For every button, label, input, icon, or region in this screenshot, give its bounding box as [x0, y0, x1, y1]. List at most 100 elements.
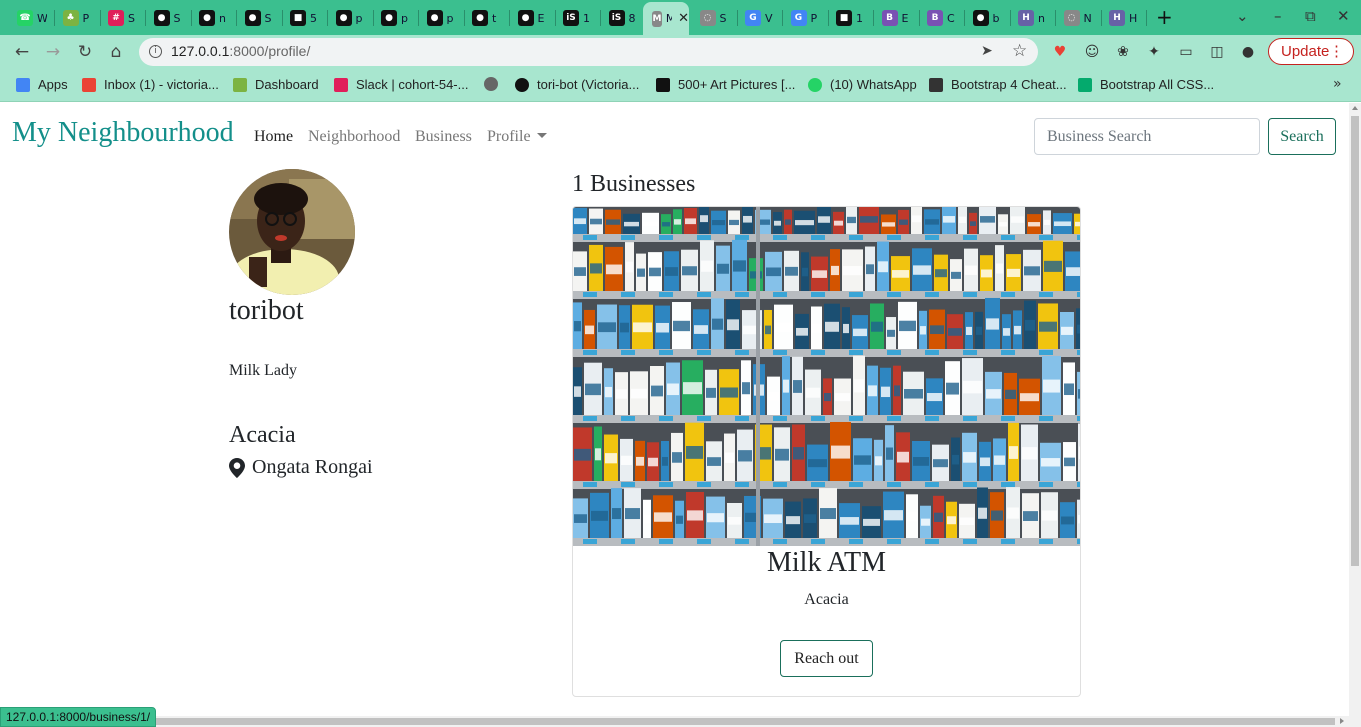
dropdown-caret-icon — [536, 133, 547, 138]
browser-tab[interactable]: M M ✕ — [643, 2, 689, 35]
forward-button[interactable]: → — [43, 42, 63, 62]
scroll-right-arrow[interactable] — [1340, 718, 1344, 724]
bookmark-item[interactable]: 500+ Art Pictures [... — [656, 77, 795, 92]
github-icon: ● — [426, 10, 443, 26]
browser-tab[interactable]: ● S — [236, 5, 278, 31]
restore-icon[interactable]: ⧉ — [1305, 7, 1316, 25]
close-window-icon[interactable]: ✕ — [1337, 7, 1350, 25]
tab-title: t — [492, 11, 497, 25]
bookmark-item[interactable]: Bootstrap All CSS... — [1078, 77, 1214, 92]
horizontal-scrollbar[interactable] — [0, 716, 1361, 727]
profile-neighbourhood: Acacia — [229, 422, 296, 448]
browser-tab[interactable]: ● E — [509, 5, 551, 31]
browser-tab[interactable]: ● p — [372, 5, 414, 31]
bookmarks-overflow-icon[interactable]: » — [1333, 76, 1342, 92]
tab-title: C — [947, 11, 955, 25]
tab-title: P — [82, 11, 90, 25]
scroll-up-arrow[interactable] — [1352, 106, 1358, 110]
address-bar[interactable]: i 127.0.0.1:8000/profile/ ➤ ☆ — [139, 38, 1038, 66]
business-card: Milk ATM Acacia Reach out — [572, 206, 1081, 697]
close-tab-icon[interactable]: ✕ — [678, 11, 689, 26]
browser-tab[interactable]: GP — [782, 5, 824, 31]
palm-icon — [233, 77, 247, 92]
browser-tab[interactable]: ● p — [327, 5, 369, 31]
browser-tab[interactable]: ■ 1 — [827, 5, 869, 31]
bookmark-item[interactable]: Slack | cohort-54-... — [334, 77, 468, 92]
bookmark-item[interactable]: tori-bot (Victoria... — [515, 77, 639, 92]
browser-tab[interactable]: iS 1 — [554, 5, 596, 31]
browser-tab[interactable]: ● t — [463, 5, 505, 31]
search-button[interactable]: Search — [1268, 118, 1336, 155]
nav-link-business[interactable]: Business — [415, 128, 472, 146]
github-icon — [515, 77, 529, 92]
browser-toolbar: ← → ↻ ⌂ i 127.0.0.1:8000/profile/ ➤ ☆ ♥ … — [0, 35, 1361, 69]
browser-tab[interactable]: ◌ N — [1055, 5, 1097, 31]
profile-avatar-icon[interactable]: ● — [1239, 43, 1257, 61]
browser-tab[interactable]: iS 8 — [600, 5, 642, 31]
tab-title: 8 — [628, 11, 636, 25]
cast-icon[interactable]: ▭ — [1177, 43, 1195, 61]
bookmark-star-icon[interactable]: ☆ — [1012, 41, 1027, 61]
browser-tab[interactable]: ● p — [418, 5, 460, 31]
browser-tab[interactable]: ● S — [145, 5, 187, 31]
browser-tab[interactable]: BE — [873, 5, 915, 31]
site-info-icon[interactable]: i — [149, 45, 162, 58]
browser-tab[interactable]: HH — [1100, 5, 1142, 31]
browser-tab[interactable]: ♣ P — [54, 5, 96, 31]
business-search-input[interactable] — [1034, 118, 1260, 155]
github-icon: ● — [335, 10, 352, 26]
bookmark-item[interactable]: Inbox (1) - victoria... — [82, 77, 219, 92]
horizontal-scroll-thumb[interactable] — [12, 718, 1335, 725]
new-tab-icon[interactable]: + — [1156, 6, 1173, 28]
bookmark-item[interactable]: (10) WhatsApp — [808, 77, 917, 92]
business-name: Milk ATM — [766, 547, 887, 578]
nav-link-neighborhood[interactable]: Neighborhood — [308, 128, 400, 146]
vertical-scroll-thumb[interactable] — [1351, 116, 1359, 566]
browser-tab[interactable]: BC — [918, 5, 960, 31]
browser-tab[interactable]: GV — [736, 5, 778, 31]
browser-tab[interactable]: ● b — [964, 5, 1006, 31]
browser-tab[interactable]: ☎ W — [8, 5, 50, 31]
bootstrap-icon — [929, 77, 943, 92]
bookmark-item[interactable]: Apps — [16, 77, 68, 92]
home-button[interactable]: ⌂ — [106, 42, 126, 62]
bookmark-item[interactable]: Dashboard — [233, 77, 319, 92]
send-icon[interactable]: ➤ — [981, 43, 993, 59]
extension-wheel-icon[interactable]: ❀ — [1114, 43, 1132, 61]
update-button[interactable]: Update ⋮ — [1268, 38, 1354, 65]
bookmark-label: 500+ Art Pictures [... — [678, 77, 796, 92]
browser-tab[interactable]: Hn — [1009, 5, 1051, 31]
nav-link-home[interactable]: Home — [254, 128, 293, 146]
github-icon: ● — [972, 10, 989, 26]
browser-tab[interactable]: ■ 5 — [281, 5, 323, 31]
reach-out-button[interactable]: Reach out — [780, 640, 873, 677]
palm-icon: ♣ — [62, 10, 79, 26]
minimize-icon[interactable]: – — [1274, 7, 1282, 25]
menu-dots-icon[interactable]: ⋮ — [1329, 39, 1344, 64]
reload-button[interactable]: ↻ — [75, 42, 95, 62]
address-url[interactable]: 127.0.0.1:8000/profile/ — [171, 43, 310, 59]
browser-tab[interactable]: ● n — [190, 5, 232, 31]
back-button[interactable]: ← — [12, 42, 32, 62]
extensions-puzzle-icon[interactable]: ✦ — [1145, 43, 1163, 61]
profile-username: toribot — [229, 295, 304, 326]
is-icon: iS — [563, 10, 579, 26]
tab-title: S — [128, 11, 135, 25]
tab-title: p — [446, 11, 454, 25]
map-pin-icon — [229, 457, 245, 478]
browser-tab[interactable]: # S — [99, 5, 141, 31]
extension-heart-icon[interactable]: ♥ — [1051, 43, 1069, 61]
github-icon: ● — [381, 10, 397, 26]
github-icon: ● — [472, 10, 488, 26]
heroku-icon: H — [1109, 10, 1125, 26]
bookmark-item[interactable]: Bootstrap 4 Cheat... — [929, 77, 1067, 92]
tab-search-icon[interactable]: ⌄ — [1236, 7, 1249, 25]
github-icon: ● — [153, 10, 170, 26]
extension-face-icon[interactable]: ☺ — [1083, 43, 1101, 61]
sidebar-icon[interactable]: ◫ — [1208, 43, 1226, 61]
site-brand[interactable]: My Neighbourhood — [12, 117, 234, 149]
vertical-scrollbar[interactable] — [1349, 103, 1361, 716]
browser-tab[interactable]: ◌ S — [691, 5, 733, 31]
nav-dropdown-profile[interactable]: Profile — [487, 128, 547, 146]
bookmark-item[interactable] — [484, 77, 506, 91]
